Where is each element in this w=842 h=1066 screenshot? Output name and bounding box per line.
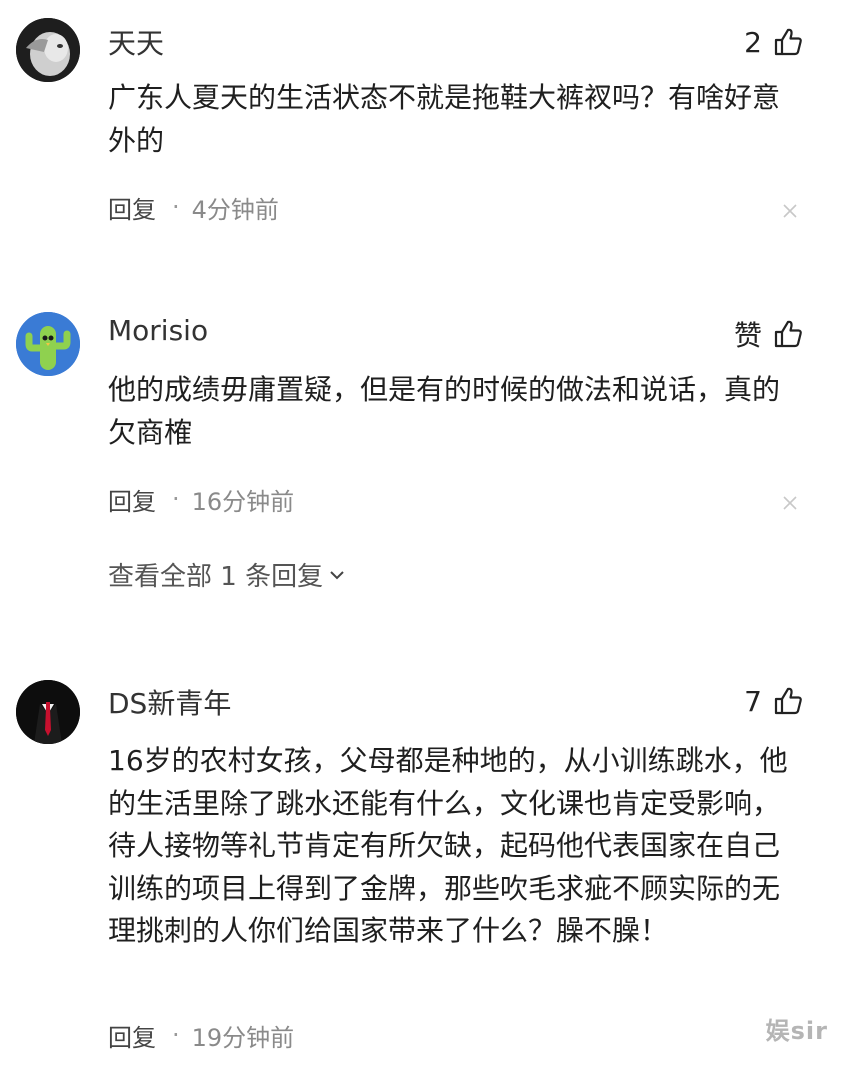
timestamp: 19分钟前 [191,1023,295,1052]
meta-separator: · [172,1021,180,1049]
comment-meta: 回复 · 4分钟前 [108,190,279,225]
thumbs-up-icon [774,320,802,348]
comment-item: Morisio 赞 他的成绩毋庸置疑，但是有的时候的做法和说话，真的欠商榷 回复… [0,290,842,660]
username[interactable]: Morisio [108,314,208,347]
like-button[interactable]: 赞 [734,314,804,354]
close-icon[interactable] [782,203,798,219]
like-button[interactable]: 2 [744,22,804,62]
comment-text: 他的成绩毋庸置疑，但是有的时候的做法和说话，真的欠商榷 [108,373,781,449]
like-label: 赞 [733,319,762,352]
like-button[interactable]: 7 [744,681,804,721]
watermark: 娱sir [765,1017,828,1045]
like-count: 7 [744,684,762,718]
cactus-avatar-icon[interactable] [16,312,80,376]
timestamp: 4分钟前 [191,195,279,224]
suit-avatar-icon[interactable] [16,680,80,744]
comment-meta: 回复 · 19分钟前 [108,1018,295,1053]
timestamp: 16分钟前 [191,487,295,516]
view-replies-label: 查看全部 1 条回复 [108,562,324,592]
reply-button[interactable]: 回复 [108,190,156,225]
username[interactable]: DS新青年 [108,682,231,722]
close-icon[interactable] [782,495,798,511]
thumbs-up-icon [774,28,802,56]
like-count: 2 [744,25,762,59]
chevron-down-icon [330,570,344,579]
meta-separator: · [172,485,180,513]
thumbs-up-icon [774,687,802,715]
comment-item: DS新青年 7 16岁的农村女孩，父母都是种地的，从小训练跳水，他的生活里除了跳… [0,660,842,1066]
reply-button[interactable]: 回复 [108,482,156,517]
meta-separator: · [172,193,180,221]
comment-text: 广东人夏天的生活状态不就是拖鞋大裤衩吗？有啥好意外的 [108,81,781,157]
cat-avatar-icon[interactable] [16,18,80,82]
comment-item: 天天 2 广东人夏天的生活状态不就是拖鞋大裤衩吗？有啥好意外的 回复 · 4分钟… [0,0,842,290]
view-replies-link[interactable]: 查看全部 1 条回复 [108,556,347,593]
reply-button[interactable]: 回复 [108,1018,156,1053]
username[interactable]: 天天 [108,22,164,62]
comment-meta: 回复 · 16分钟前 [108,482,295,517]
comment-text: 16岁的农村女孩，父母都是种地的，从小训练跳水，他的生活里除了跳水还能有什么，文… [108,744,788,947]
